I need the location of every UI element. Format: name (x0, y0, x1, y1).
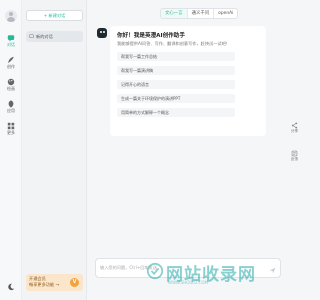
nav-item-chat[interactable]: 对话 (0, 34, 22, 52)
vip-badge-icon: V (70, 278, 79, 287)
nav-label-apps: 应用 (7, 108, 15, 113)
nav-label-chat: 对话 (7, 42, 15, 47)
moon-icon[interactable] (7, 283, 15, 291)
feather-icon (8, 56, 14, 64)
watermark-sub: WWW.SHOULU.COM (168, 280, 208, 285)
watermark: 网站收录网 WWW.SHOULU.COM (140, 258, 290, 285)
nav-rail: 对话 创作 绘画 应用 更多 (0, 0, 22, 300)
share-icon (291, 122, 298, 129)
welcome-card: 你好！我是英澄AI创作助手 我能够提供AI问答、写作、翻译和创意写作，赶快试一试… (110, 26, 266, 136)
nav-item-draw[interactable]: 绘画 (0, 78, 22, 96)
suggestion-item[interactable]: 记得开心的语言 (117, 80, 235, 89)
main-area: 文心一言 通义千问 openAi 你好！我是英澄AI创作助手 我能够提供AI问答… (88, 0, 288, 300)
nav-item-more[interactable]: 更多 (0, 122, 22, 140)
bot-eye-left (99, 31, 102, 33)
suggestion-item[interactable]: 生成一篇关于环境保护的演讲PPT (117, 94, 235, 103)
nav-label-draw: 绘画 (7, 86, 15, 91)
new-chat-button[interactable]: + 新建对话 (26, 10, 83, 21)
conversation-sidebar: + 新建对话 新的对话 开通会员 畅享更多功能 → V (22, 0, 87, 300)
tab-openai[interactable]: openAi (214, 9, 237, 18)
suggestion-item[interactable]: 帮我写一篇演讲稿 (117, 66, 235, 75)
bot-avatar-icon (97, 28, 107, 38)
membership-promo[interactable]: 开通会员 畅享更多功能 → V (26, 274, 83, 291)
suggestion-item[interactable]: 帮我写一篇工作总结 (117, 52, 235, 61)
grid-icon (7, 122, 15, 130)
user-avatar[interactable] (5, 10, 17, 22)
chat-icon (7, 35, 15, 42)
nav-item-write[interactable]: 创作 (0, 56, 22, 74)
leaf-icon (8, 100, 14, 108)
model-tabs: 文心一言 通义千问 openAi (160, 8, 239, 19)
welcome-title: 你好！我是英澄AI创作助手 (117, 33, 185, 39)
suggestion-item[interactable]: 用简单的方式解释一个概念 (117, 108, 235, 117)
message-icon (29, 34, 34, 38)
nav-label-more: 更多 (7, 130, 15, 135)
welcome-subtitle: 我能够提供AI问答、写作、翻译和创意写作，赶快试一试吧！ (117, 41, 230, 46)
feedback-tool[interactable]: 反馈 (289, 150, 300, 162)
avatar-head (9, 12, 13, 16)
feedback-label: 反馈 (290, 157, 299, 161)
nav-item-apps[interactable]: 应用 (0, 100, 22, 118)
palette-icon (7, 78, 15, 86)
avatar-body (7, 17, 15, 22)
bot-eye-right (102, 31, 105, 33)
conversation-item[interactable]: 新的对话 (26, 31, 83, 42)
watermark-logo-icon (146, 262, 164, 280)
app-window: 对话 创作 绘画 应用 更多 + 新建对话 新的对话 开通会员 畅享更多功能 →… (0, 0, 300, 300)
feedback-icon (291, 150, 298, 157)
tab-tongyi[interactable]: 通义千问 (188, 9, 215, 18)
tab-wenxin[interactable]: 文心一言 (161, 9, 188, 18)
conversation-title: 新的对话 (36, 34, 53, 39)
nav-label-write: 创作 (7, 64, 15, 69)
share-tool[interactable]: 分享 (289, 122, 300, 134)
share-label: 分享 (290, 129, 299, 133)
